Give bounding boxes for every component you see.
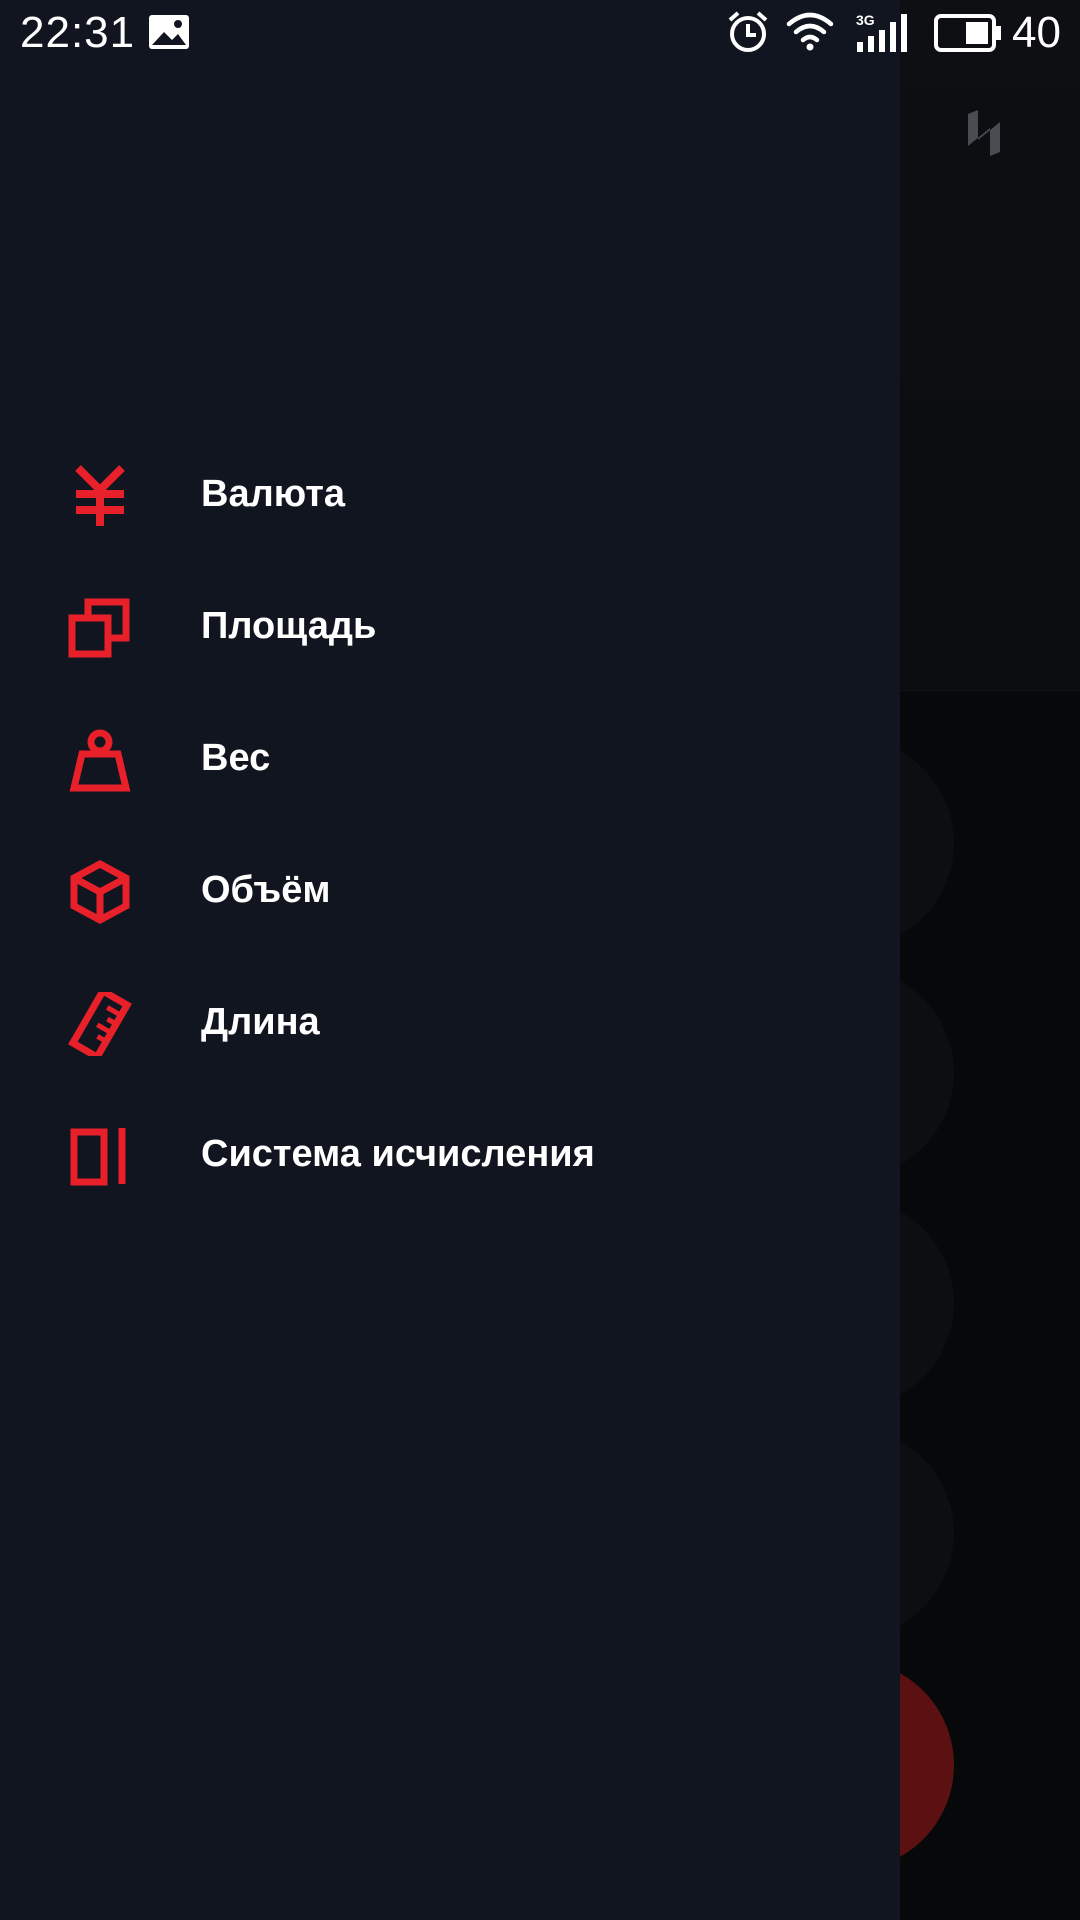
background-header bbox=[900, 0, 1080, 691]
navigation-drawer: Валюта Площадь Вес Объём Длина Система и… bbox=[0, 0, 900, 1920]
menu-item-label: Длина bbox=[201, 1001, 320, 1043]
yen-currency-icon bbox=[75, 465, 125, 526]
battery-icon bbox=[934, 14, 1001, 52]
alarm-icon bbox=[728, 11, 768, 52]
menu-item-number-system[interactable]: Система исчисления bbox=[0, 1088, 900, 1220]
menu-item-weight[interactable]: Вес bbox=[0, 692, 900, 824]
menu-item-label: Объём bbox=[201, 869, 331, 911]
status-bar: 22:31 3G 40 bbox=[0, 0, 1080, 66]
drawer-menu: Валюта Площадь Вес Объём Длина Система и… bbox=[0, 428, 900, 1220]
volume-cube-icon bbox=[70, 860, 130, 924]
screen: Валюта Площадь Вес Объём Длина Система и… bbox=[0, 0, 1080, 1920]
battery-level: 40 bbox=[1012, 8, 1061, 57]
menu-item-length[interactable]: Длина bbox=[0, 956, 900, 1088]
cellular-signal-icon bbox=[857, 14, 907, 52]
menu-item-label: Валюта bbox=[201, 473, 345, 515]
menu-item-volume[interactable]: Объём bbox=[0, 824, 900, 956]
number-system-icon bbox=[70, 1128, 126, 1186]
menu-item-label: Вес bbox=[201, 737, 271, 779]
image-notification-icon bbox=[149, 15, 189, 49]
menu-item-label: Система исчисления bbox=[201, 1133, 595, 1175]
menu-item-area[interactable]: Площадь bbox=[0, 560, 900, 692]
ruler-icon bbox=[68, 992, 132, 1056]
app-logo-icon bbox=[968, 110, 1000, 156]
wifi-icon bbox=[786, 12, 834, 51]
area-squares-icon bbox=[68, 598, 130, 658]
weight-icon bbox=[69, 729, 131, 792]
status-time: 22:31 bbox=[20, 8, 136, 57]
menu-item-label: Площадь bbox=[201, 605, 377, 647]
menu-item-currency[interactable]: Валюта bbox=[0, 428, 900, 560]
